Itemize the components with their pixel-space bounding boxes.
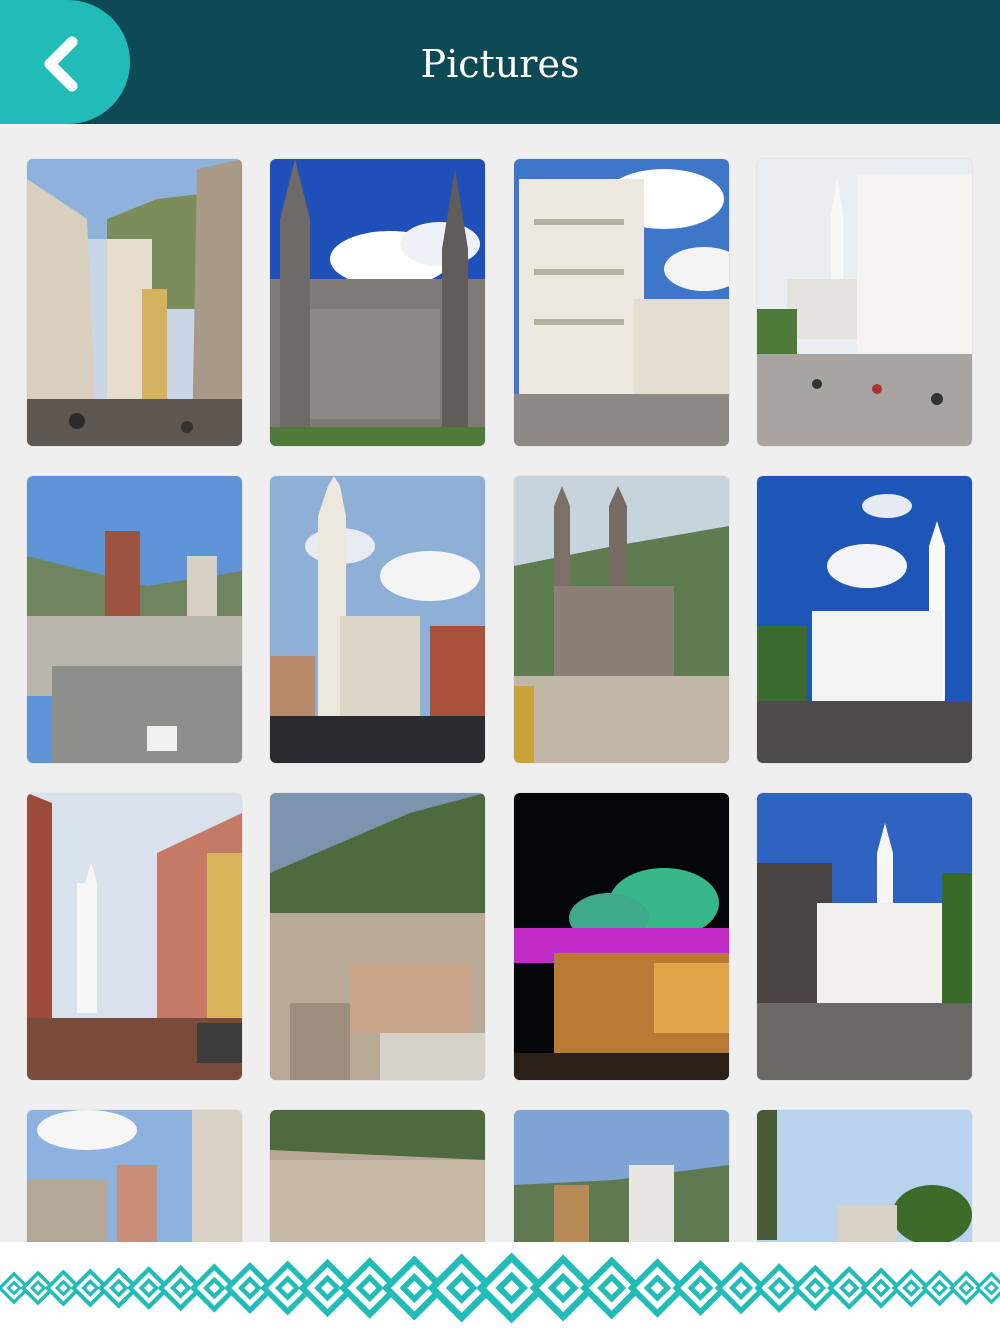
page-title: Pictures xyxy=(420,42,580,86)
photo-white-cathedral[interactable] xyxy=(756,476,972,763)
thumbnail-image xyxy=(513,476,729,763)
photo-night-domes[interactable] xyxy=(513,793,729,1080)
photo-hillside-city[interactable] xyxy=(270,793,486,1080)
photo-skyline-towers[interactable] xyxy=(513,1110,729,1242)
thumbnail-image xyxy=(270,159,486,446)
thumbnail-image xyxy=(513,793,729,1080)
thumbnail-image xyxy=(270,1110,486,1242)
thumbnail-image xyxy=(27,793,242,1080)
thumbnail-image xyxy=(27,1110,242,1242)
photo-basilica-hillside[interactable] xyxy=(513,476,729,763)
chevron-left-icon xyxy=(44,36,78,92)
thumbnail-image xyxy=(513,1110,729,1242)
decorative-footer-pattern xyxy=(0,1242,1000,1334)
back-button[interactable] xyxy=(0,0,130,124)
thumbnail-image xyxy=(756,1110,972,1242)
thumbnail-image xyxy=(756,159,972,446)
thumbnail-image xyxy=(270,476,486,763)
photo-plaza-bell-tower[interactable] xyxy=(756,159,972,446)
photo-modern-buildings[interactable] xyxy=(27,1110,242,1242)
photo-white-palace[interactable] xyxy=(513,159,729,446)
photo-palm-monument[interactable] xyxy=(756,1110,972,1242)
diamond-ornament xyxy=(975,1271,1000,1305)
photo-city-panorama[interactable] xyxy=(270,1110,486,1242)
thumbnail-image xyxy=(756,476,972,763)
app-header: Pictures xyxy=(0,0,1000,124)
photo-street-white-tower[interactable] xyxy=(27,793,242,1080)
photo-colonial-street[interactable] xyxy=(27,159,242,446)
thumbnail-image xyxy=(27,476,242,763)
photo-gothic-basilica[interactable] xyxy=(270,159,486,446)
thumbnail-image xyxy=(756,793,972,1080)
photo-cathedral-steps[interactable] xyxy=(756,793,972,1080)
photo-gallery[interactable] xyxy=(0,124,1000,1242)
photo-church-crowd[interactable] xyxy=(270,476,486,763)
thumbnail-image xyxy=(27,159,242,446)
thumbnail-image xyxy=(270,793,486,1080)
photo-city-rooftops[interactable] xyxy=(27,476,242,763)
thumbnail-image xyxy=(513,159,729,446)
